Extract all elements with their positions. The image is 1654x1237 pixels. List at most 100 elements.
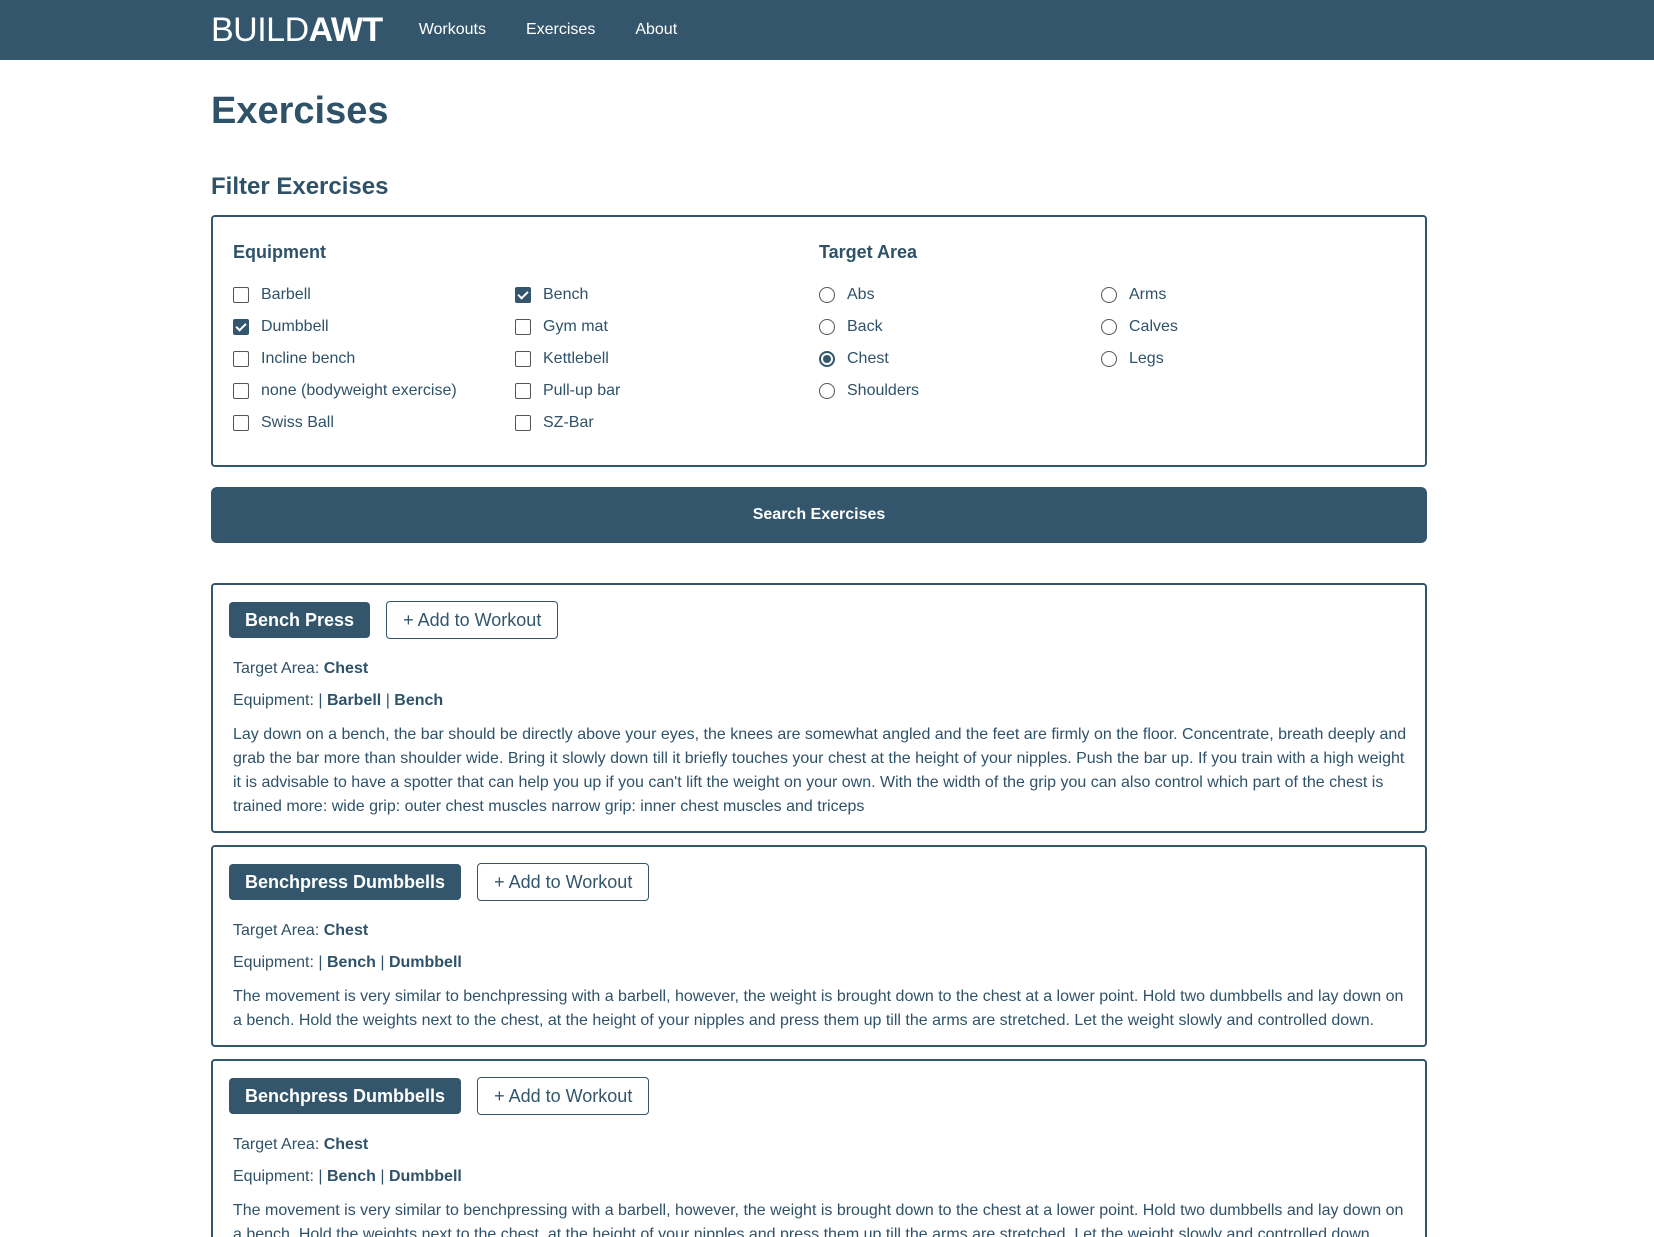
radio-button[interactable] (1101, 287, 1117, 303)
target-area-value: Chest (323, 922, 369, 939)
exercise-card-header: Benchpress Dumbbells + Add to Workout (229, 863, 1407, 901)
radio-button[interactable] (819, 383, 835, 399)
radio-label: Back (847, 318, 883, 335)
page-title: Exercises (211, 90, 389, 132)
checkbox-label: Bench (543, 286, 589, 303)
checkbox-label: Kettlebell (543, 350, 609, 367)
checkbox[interactable] (233, 383, 249, 399)
exercise-card: Bench Press + Add to Workout Target Area: … (211, 583, 1427, 833)
equipment-label: Equipment: (233, 954, 319, 971)
radio-button[interactable] (819, 319, 835, 335)
equipment-option-dumbbell[interactable]: Dumbbell (233, 317, 515, 337)
nav-link-exercises[interactable]: Exercises (526, 21, 595, 39)
target-area-option-chest[interactable]: Chest (819, 349, 1101, 369)
exercise-equipment: Equipment: | Bench | Dumbbell (233, 1168, 462, 1185)
checkbox[interactable] (515, 287, 531, 303)
add-to-workout-button[interactable]: + Add to Workout (477, 1077, 650, 1115)
equipment-options: Barbell Bench Dumbbell Gym mat Incline bench… (233, 285, 819, 433)
exercise-name-button[interactable]: Benchpress Dumbbells (229, 864, 462, 900)
target-area-value: Chest (323, 660, 369, 677)
exercise-description: The movement is very similar to benchpre… (233, 988, 1404, 1029)
target-area-option-shoulders[interactable]: Shoulders (819, 381, 1101, 401)
main-content: Exercises Filter Exercises Equipment Bar… (211, 90, 1427, 1237)
target-area-group-title: Target Area (819, 242, 918, 262)
target-area-options: Abs Arms Back Calves Chest Legs Shoulders (819, 285, 1405, 401)
radio-label: Calves (1129, 318, 1178, 335)
radio-button[interactable] (1101, 319, 1117, 335)
radio-label: Abs (847, 286, 875, 303)
equipment-group-title: Equipment (233, 242, 326, 262)
exercise-description: Lay down on a bench, the bar should be d… (233, 726, 1407, 815)
target-area-option-arms[interactable]: Arms (1101, 285, 1383, 305)
checkbox-label: Gym mat (543, 318, 608, 335)
checkbox-label: SZ-Bar (543, 414, 594, 431)
target-area-option-back[interactable]: Back (819, 317, 1101, 337)
checkbox[interactable] (515, 383, 531, 399)
equipment-option-kettlebell[interactable]: Kettlebell (515, 349, 797, 369)
radio-button[interactable] (819, 287, 835, 303)
equipment-value: Barbell (327, 692, 382, 709)
nav-link-workouts[interactable]: Workouts (419, 21, 486, 39)
exercise-results-list: Bench Press + Add to Workout Target Area: … (211, 583, 1427, 1237)
checkbox[interactable] (515, 351, 531, 367)
radio-button[interactable] (1101, 351, 1117, 367)
equipment-label: Equipment: (233, 1168, 319, 1185)
checkbox[interactable] (515, 415, 531, 431)
exercise-card: Benchpress Dumbbells + Add to Workout Targ… (211, 845, 1427, 1047)
add-to-workout-button[interactable]: + Add to Workout (386, 601, 559, 639)
checkbox-label: Incline bench (261, 350, 356, 367)
exercise-target-area: Target Area: Chest (233, 921, 1407, 941)
radio-label: Chest (847, 350, 889, 367)
target-area-option-calves[interactable]: Calves (1101, 317, 1383, 337)
exercise-name-button[interactable]: Bench Press (229, 602, 371, 638)
checkbox-label: Pull-up bar (543, 382, 621, 399)
equipment-option-bench[interactable]: Bench (515, 285, 797, 305)
checkbox-label: Dumbbell (261, 318, 329, 335)
filter-panel: Equipment Barbell Bench Dumbbell Gym mat Inc… (211, 215, 1427, 467)
checkbox-label: none (bodyweight exercise) (261, 382, 457, 399)
exercise-name-button[interactable]: Benchpress Dumbbells (229, 1078, 462, 1114)
equipment-option-barbell[interactable]: Barbell (233, 285, 515, 305)
checkbox[interactable] (233, 415, 249, 431)
target-area-label: Target Area: (233, 660, 324, 677)
target-area-label: Target Area: (233, 922, 324, 939)
brand-text-awt: AWT (308, 11, 384, 49)
brand-logo[interactable]: BUILDAWT (211, 13, 383, 47)
target-area-value: Chest (323, 1136, 369, 1153)
exercise-card-header: Bench Press + Add to Workout (229, 601, 1407, 639)
brand-text-build: BUILD (211, 11, 309, 49)
checkbox-label: Barbell (261, 286, 311, 303)
equipment-value: Dumbbell (388, 1168, 462, 1185)
equipment-option-incline-bench[interactable]: Incline bench (233, 349, 515, 369)
exercise-card: Benchpress Dumbbells + Add to Workout Targ… (211, 1059, 1427, 1237)
radio-button[interactable] (819, 351, 835, 367)
radio-label: Legs (1129, 350, 1164, 367)
radio-label: Shoulders (847, 382, 920, 399)
checkbox[interactable] (233, 287, 249, 303)
equipment-option-none-bodyweight-exercise[interactable]: none (bodyweight exercise) (233, 381, 515, 401)
equipment-label: Equipment: (233, 692, 319, 709)
checkbox[interactable] (233, 351, 249, 367)
exercise-description: The movement is very similar to benchpre… (233, 1202, 1404, 1237)
exercise-target-area: Target Area: Chest (233, 659, 1407, 679)
equipment-value: Dumbbell (388, 954, 462, 971)
target-area-option-abs[interactable]: Abs (819, 285, 1101, 305)
equipment-option-gym-mat[interactable]: Gym mat (515, 317, 797, 337)
target-area-option-legs[interactable]: Legs (1101, 349, 1383, 369)
search-exercises-button[interactable]: Search Exercises (211, 487, 1427, 543)
equipment-filter-group: Equipment Barbell Bench Dumbbell Gym mat Inc… (233, 241, 819, 441)
equipment-option-sz-bar[interactable]: SZ-Bar (515, 413, 797, 433)
target-area-filter-group: Target Area Abs Arms Back Calves Chest Legs Sh… (819, 241, 1405, 441)
checkbox-label: Swiss Ball (261, 414, 334, 431)
equipment-option-pull-up-bar[interactable]: Pull-up bar (515, 381, 797, 401)
exercise-card-header: Benchpress Dumbbells + Add to Workout (229, 1077, 1407, 1115)
add-to-workout-button[interactable]: + Add to Workout (477, 863, 650, 901)
equipment-value: Bench (327, 1168, 376, 1185)
target-area-label: Target Area: (233, 1136, 324, 1153)
filter-section-title: Filter Exercises (211, 173, 389, 200)
radio-label: Arms (1129, 286, 1167, 303)
checkbox[interactable] (233, 319, 249, 335)
equipment-option-swiss-ball[interactable]: Swiss Ball (233, 413, 515, 433)
checkbox[interactable] (515, 319, 531, 335)
nav-link-about[interactable]: About (635, 21, 677, 39)
